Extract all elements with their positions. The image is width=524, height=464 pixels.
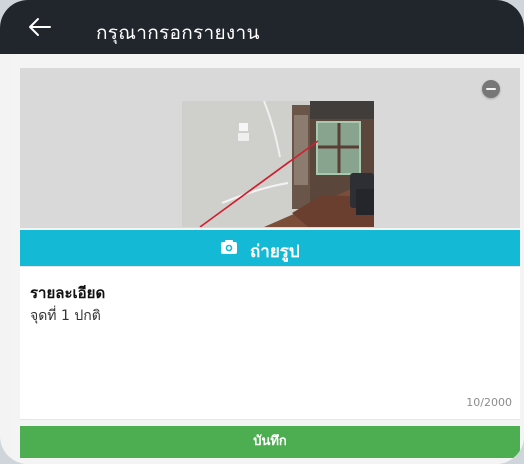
minus-circle-icon[interactable]	[482, 80, 500, 98]
report-form: ถ่ายรูป รายละเอียด จุดที่ 1 ปกติ 10/2000…	[12, 54, 524, 464]
room-photo	[182, 101, 374, 227]
app-screen: กรุณากรอกรายงาน ถ่ายรูป รายละเอียด จุดที…	[0, 0, 524, 464]
take-photo-button[interactable]: ถ่ายรูป	[20, 230, 520, 266]
photo-preview-panel	[20, 68, 520, 228]
camera-icon	[221, 240, 237, 254]
page-title: กรุณากรอกรายงาน	[96, 22, 260, 44]
save-button[interactable]: บันทึก	[20, 426, 520, 458]
character-counter: 10/2000	[466, 396, 512, 409]
app-bar: กรุณากรอกรายงาน	[0, 0, 524, 54]
details-label: รายละเอียด	[30, 284, 106, 302]
screen-frame: กรุณากรอกรายงาน ถ่ายรูป รายละเอียด จุดที…	[0, 0, 524, 464]
arrow-left-icon[interactable]	[28, 16, 52, 38]
details-textarea[interactable]: จุดที่ 1 ปกติ	[30, 305, 101, 327]
photo-thumbnail	[182, 101, 374, 227]
details-section[interactable]: รายละเอียด จุดที่ 1 ปกติ 10/2000	[20, 266, 520, 420]
take-photo-label: ถ่ายรูป	[250, 242, 300, 262]
